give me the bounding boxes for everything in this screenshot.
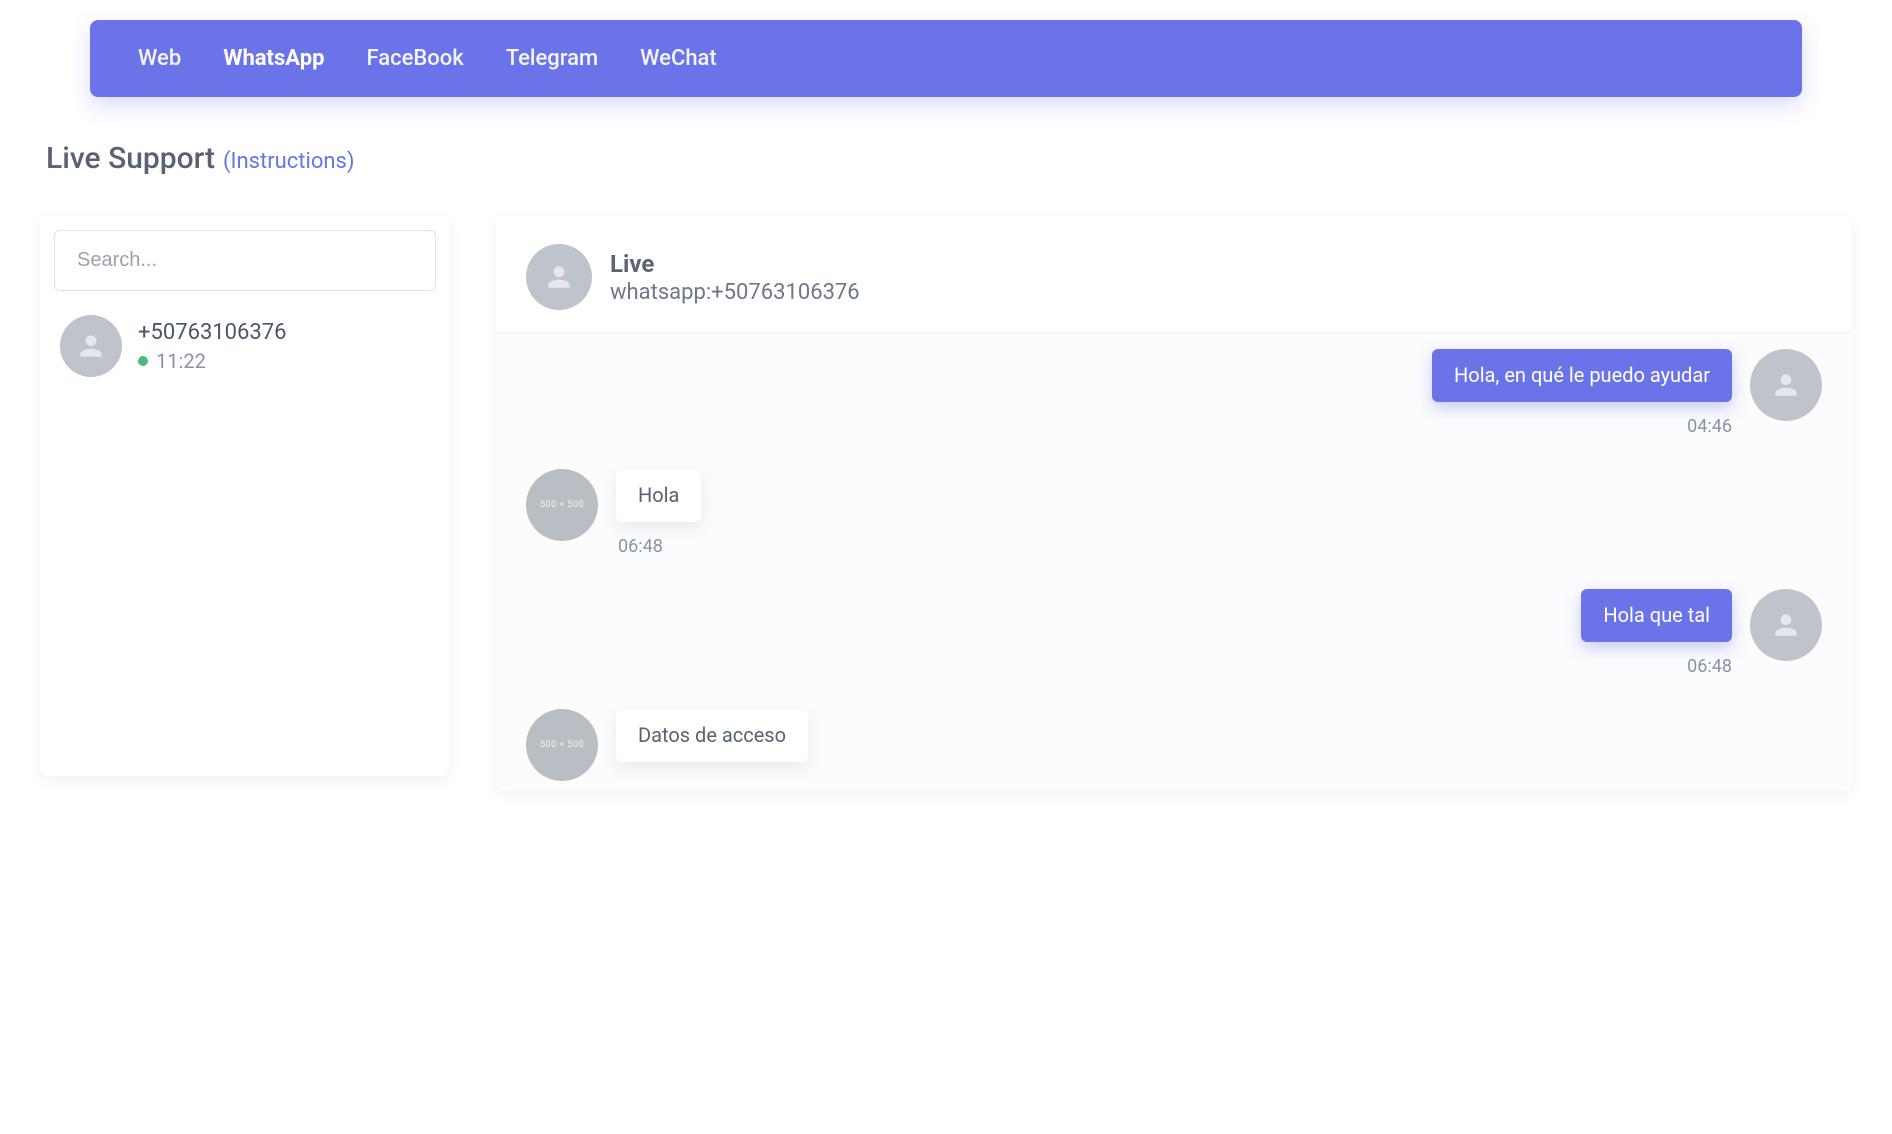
search-input[interactable]	[54, 230, 436, 291]
avatar-placeholder-icon: 500 × 500	[526, 469, 598, 541]
chat-body[interactable]: Hola, en qué le puedo ayudar 04:46 500 ×…	[496, 333, 1852, 791]
page-title: Live Support	[46, 141, 215, 176]
tab-facebook[interactable]: FaceBook	[366, 46, 463, 71]
avatar-icon	[526, 244, 592, 310]
contacts-panel: +50763106376 11:22	[40, 216, 450, 776]
avatar-icon	[60, 315, 122, 377]
message-row: Hola, en qué le puedo ayudar 04:46	[526, 349, 1822, 437]
message-bubble: Hola, en qué le puedo ayudar	[1432, 349, 1732, 402]
message-row: 500 × 500 Hola 06:48	[526, 469, 1822, 557]
message-row: 500 × 500 Datos de acceso	[526, 709, 1822, 781]
avatar-placeholder-icon: 500 × 500	[526, 709, 598, 781]
chat-subtitle: whatsapp:+50763106376	[610, 280, 860, 305]
tab-web[interactable]: Web	[138, 46, 181, 71]
tab-whatsapp[interactable]: WhatsApp	[223, 46, 324, 71]
instructions-link[interactable]: (Instructions)	[223, 149, 355, 174]
message-time: 06:48	[1687, 656, 1732, 677]
message-time: 06:48	[618, 536, 663, 557]
contact-time: 11:22	[156, 349, 206, 373]
channel-tab-bar: Web WhatsApp FaceBook Telegram WeChat	[90, 20, 1802, 97]
contact-item[interactable]: +50763106376 11:22	[54, 291, 436, 387]
chat-title: Live	[610, 250, 860, 278]
avatar-icon	[1750, 349, 1822, 421]
avatar-icon	[1750, 589, 1822, 661]
chat-header: Live whatsapp:+50763106376	[496, 216, 1852, 333]
message-bubble: Hola que tal	[1581, 589, 1732, 642]
chat-panel: Live whatsapp:+50763106376 Hola, en qué …	[496, 216, 1852, 791]
message-bubble: Hola	[616, 469, 701, 522]
tab-telegram[interactable]: Telegram	[506, 46, 598, 71]
message-time: 04:46	[1687, 416, 1732, 437]
status-online-icon	[138, 356, 148, 366]
message-row: Hola que tal 06:48	[526, 589, 1822, 677]
contact-name: +50763106376	[138, 320, 287, 345]
page-title-row: Live Support (Instructions)	[46, 141, 1852, 176]
tab-wechat[interactable]: WeChat	[640, 46, 717, 71]
message-bubble: Datos de acceso	[616, 709, 808, 762]
